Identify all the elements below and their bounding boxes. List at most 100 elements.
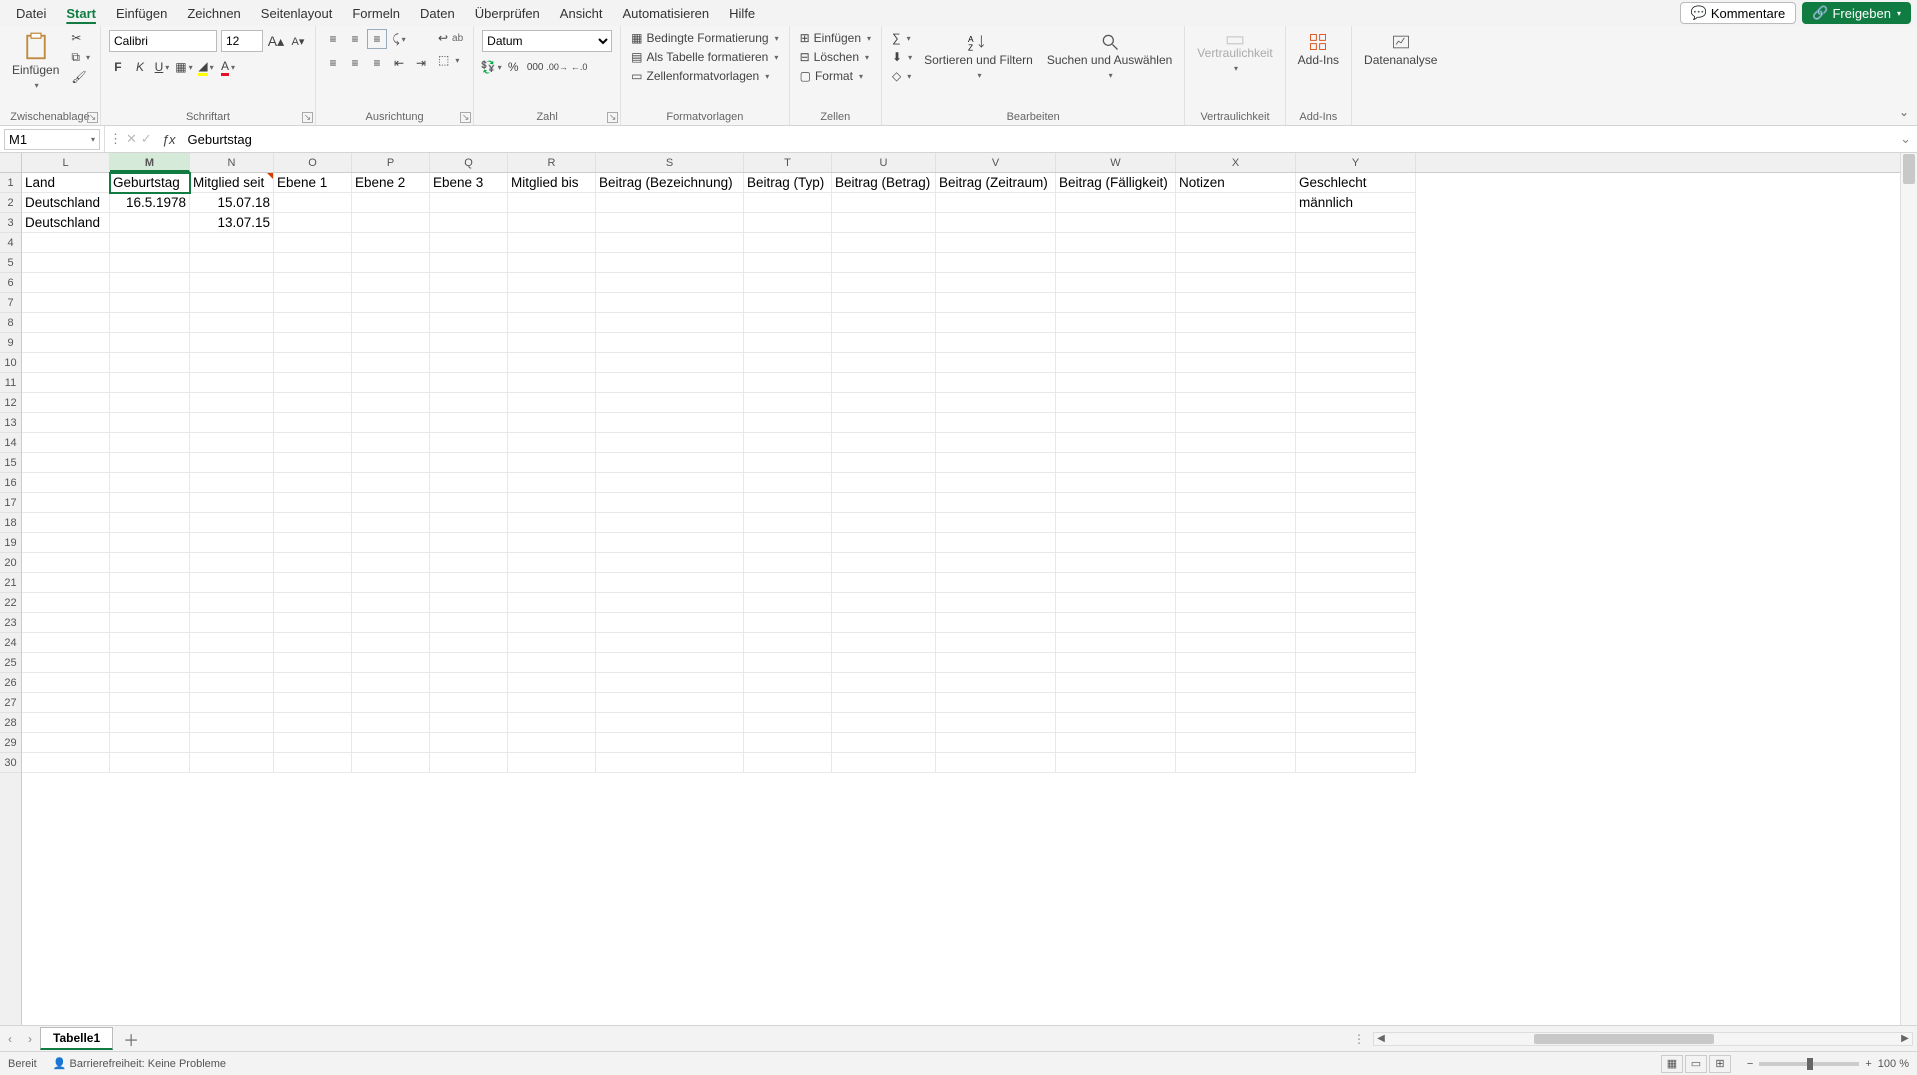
row-header-30[interactable]: 30 — [0, 753, 21, 773]
cell-P13[interactable] — [352, 413, 430, 433]
cell-R16[interactable] — [508, 473, 596, 493]
italic-button[interactable]: K — [131, 58, 149, 76]
row-header-29[interactable]: 29 — [0, 733, 21, 753]
cell-U26[interactable] — [832, 673, 936, 693]
cell-M4[interactable] — [110, 233, 190, 253]
cell-S26[interactable] — [596, 673, 744, 693]
zoom-out-button[interactable]: − — [1747, 1058, 1753, 1070]
row-header-14[interactable]: 14 — [0, 433, 21, 453]
thousands-button[interactable]: 000 — [526, 58, 544, 76]
cell-S24[interactable] — [596, 633, 744, 653]
row-header-11[interactable]: 11 — [0, 373, 21, 393]
cell-T4[interactable] — [744, 233, 832, 253]
column-header-T[interactable]: T — [744, 153, 832, 172]
cell-P30[interactable] — [352, 753, 430, 773]
column-header-M[interactable]: M — [110, 153, 190, 172]
cell-Q24[interactable] — [430, 633, 508, 653]
cell-U29[interactable] — [832, 733, 936, 753]
column-header-L[interactable]: L — [22, 153, 110, 172]
cell-M27[interactable] — [110, 693, 190, 713]
cell-W24[interactable] — [1056, 633, 1176, 653]
cell-L28[interactable] — [22, 713, 110, 733]
row-header-9[interactable]: 9 — [0, 333, 21, 353]
row-header-26[interactable]: 26 — [0, 673, 21, 693]
cell-O16[interactable] — [274, 473, 352, 493]
cell-N21[interactable] — [190, 573, 274, 593]
cell-U27[interactable] — [832, 693, 936, 713]
cell-W22[interactable] — [1056, 593, 1176, 613]
column-header-W[interactable]: W — [1056, 153, 1176, 172]
cell-W1[interactable]: Beitrag (Fälligkeit) — [1056, 173, 1176, 193]
cell-N20[interactable] — [190, 553, 274, 573]
cell-O1[interactable]: Ebene 1 — [274, 173, 352, 193]
cell-O15[interactable] — [274, 453, 352, 473]
cell-T1[interactable]: Beitrag (Typ) — [744, 173, 832, 193]
format-cells-button[interactable]: ▢Format▾ — [798, 68, 865, 84]
cell-O2[interactable] — [274, 193, 352, 213]
cell-P1[interactable]: Ebene 2 — [352, 173, 430, 193]
cell-S7[interactable] — [596, 293, 744, 313]
cell-U25[interactable] — [832, 653, 936, 673]
cell-X2[interactable] — [1176, 193, 1296, 213]
cell-O30[interactable] — [274, 753, 352, 773]
cell-W23[interactable] — [1056, 613, 1176, 633]
view-normal-button[interactable]: ▦ — [1661, 1055, 1683, 1073]
tab-nav-next[interactable]: › — [20, 1032, 40, 1046]
slider-knob[interactable] — [1807, 1058, 1813, 1070]
cell-Q27[interactable] — [430, 693, 508, 713]
cell-X16[interactable] — [1176, 473, 1296, 493]
add-sheet-button[interactable]: ＋ — [113, 1027, 149, 1051]
cell-Y30[interactable] — [1296, 753, 1416, 773]
cell-X12[interactable] — [1176, 393, 1296, 413]
cell-T14[interactable] — [744, 433, 832, 453]
cell-Q18[interactable] — [430, 513, 508, 533]
wrap-text-button[interactable]: ↩ab — [436, 30, 465, 46]
cell-S28[interactable] — [596, 713, 744, 733]
cell-L7[interactable] — [22, 293, 110, 313]
cell-Y20[interactable] — [1296, 553, 1416, 573]
cell-M21[interactable] — [110, 573, 190, 593]
cell-P28[interactable] — [352, 713, 430, 733]
cell-O26[interactable] — [274, 673, 352, 693]
row-header-25[interactable]: 25 — [0, 653, 21, 673]
cell-P19[interactable] — [352, 533, 430, 553]
cell-W25[interactable] — [1056, 653, 1176, 673]
addins-button[interactable]: Add-Ins — [1294, 30, 1343, 69]
cell-O4[interactable] — [274, 233, 352, 253]
cell-O21[interactable] — [274, 573, 352, 593]
scroll-thumb[interactable] — [1534, 1034, 1714, 1044]
row-header-28[interactable]: 28 — [0, 713, 21, 733]
cell-O14[interactable] — [274, 433, 352, 453]
cell-R30[interactable] — [508, 753, 596, 773]
cell-N27[interactable] — [190, 693, 274, 713]
cell-S5[interactable] — [596, 253, 744, 273]
cell-L9[interactable] — [22, 333, 110, 353]
menu-hilfe[interactable]: Hilfe — [719, 3, 765, 24]
cell-O23[interactable] — [274, 613, 352, 633]
cell-W6[interactable] — [1056, 273, 1176, 293]
cell-O12[interactable] — [274, 393, 352, 413]
format-as-table-button[interactable]: ▤Als Tabelle formatieren▾ — [629, 49, 780, 65]
data-analysis-button[interactable]: Datenanalyse — [1360, 30, 1441, 69]
cell-O17[interactable] — [274, 493, 352, 513]
cell-U20[interactable] — [832, 553, 936, 573]
cell-Y4[interactable] — [1296, 233, 1416, 253]
cell-T21[interactable] — [744, 573, 832, 593]
cell-L1[interactable]: Land — [22, 173, 110, 193]
cell-R1[interactable]: Mitglied bis — [508, 173, 596, 193]
cancel-button[interactable]: ✕ — [126, 131, 137, 147]
formula-input[interactable]: Geburtstag — [182, 132, 1895, 147]
dialog-launcher-icon[interactable]: ↘ — [460, 112, 471, 123]
cell-X22[interactable] — [1176, 593, 1296, 613]
font-color-button[interactable]: A▾ — [219, 58, 237, 76]
column-header-Q[interactable]: Q — [430, 153, 508, 172]
cell-P6[interactable] — [352, 273, 430, 293]
cell-S9[interactable] — [596, 333, 744, 353]
cell-W13[interactable] — [1056, 413, 1176, 433]
cell-M11[interactable] — [110, 373, 190, 393]
cell-N4[interactable] — [190, 233, 274, 253]
cell-W5[interactable] — [1056, 253, 1176, 273]
cell-P5[interactable] — [352, 253, 430, 273]
cell-S21[interactable] — [596, 573, 744, 593]
cell-O7[interactable] — [274, 293, 352, 313]
